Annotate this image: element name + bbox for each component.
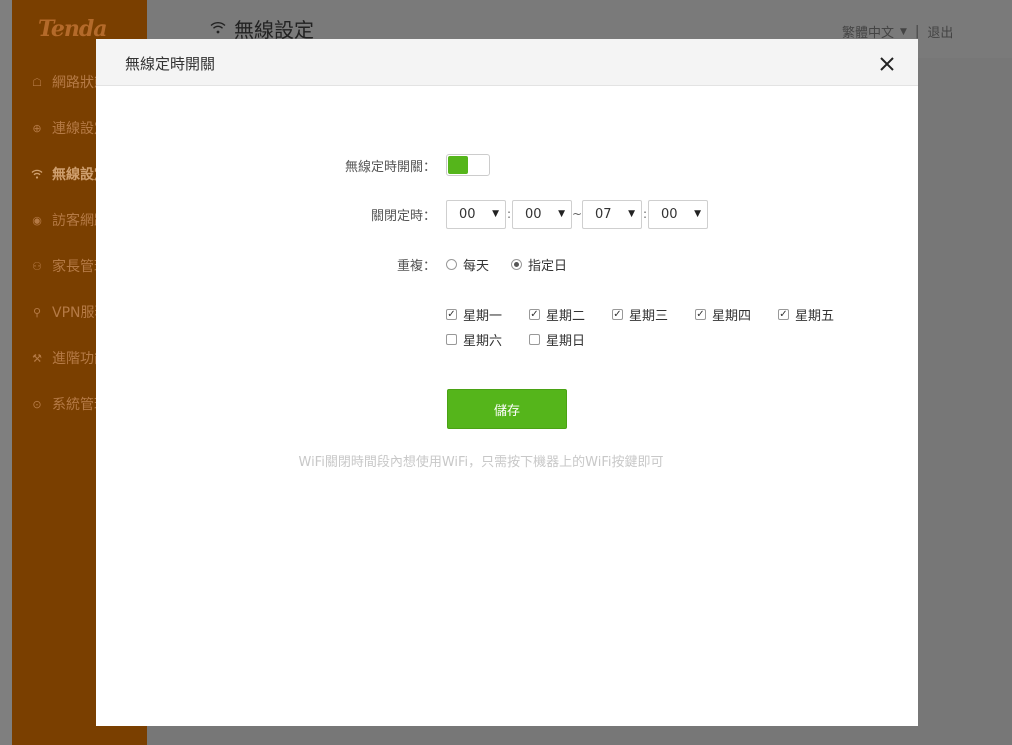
checkbox-checked-icon: ✓ <box>695 308 706 320</box>
range-separator: ~ <box>572 207 583 221</box>
repeat-label: 重複： <box>396 258 436 274</box>
vpn-icon: ⚲ <box>32 305 42 319</box>
off-schedule-row: 關閉定時： 00 ▼ : 00 ▼ ~ 07 ▼ : 00 ▼ <box>96 199 918 229</box>
wrench-icon: ⚒ <box>32 351 42 365</box>
chevron-down-icon: ▼ <box>694 209 701 219</box>
checkbox-checked-icon: ✓ <box>529 308 540 320</box>
day-checkbox-friday[interactable]: ✓ 星期五 <box>778 305 861 324</box>
end-hour-select[interactable]: 07 ▼ <box>582 199 642 229</box>
end-minute-select[interactable]: 00 ▼ <box>648 199 708 229</box>
checkbox-icon <box>446 333 457 345</box>
day-checkbox-thursday[interactable]: ✓ 星期四 <box>695 305 778 324</box>
chevron-down-icon[interactable]: ▼ <box>900 27 907 37</box>
day-checkbox-wednesday[interactable]: ✓ 星期三 <box>612 305 695 324</box>
off-schedule-label: 關閉定時： <box>370 208 436 224</box>
day-checkbox-tuesday[interactable]: ✓ 星期二 <box>529 305 612 324</box>
wifi-icon <box>30 167 44 181</box>
chevron-down-icon: ▼ <box>558 209 565 219</box>
repeat-everyday-radio[interactable]: 每天 <box>446 255 489 274</box>
divider: | <box>914 24 920 39</box>
router-icon: ☖ <box>32 75 42 89</box>
chevron-down-icon: ▼ <box>628 209 635 219</box>
repeat-row: 重複： 每天 指定日 <box>96 253 918 275</box>
family-icon: ⚇ <box>32 259 42 273</box>
modal-title: 無線定時開關 <box>125 55 216 73</box>
start-minute-select[interactable]: 00 ▼ <box>512 199 572 229</box>
radio-checked-icon <box>511 258 523 270</box>
close-button[interactable] <box>878 55 896 73</box>
checkbox-checked-icon: ✓ <box>778 308 789 320</box>
day-checkbox-sunday[interactable]: 星期日 <box>529 330 612 349</box>
repeat-specific-days-radio[interactable]: 指定日 <box>511 255 567 274</box>
close-icon <box>880 57 894 71</box>
checkbox-icon <box>529 333 540 345</box>
day-checkbox-saturday[interactable]: 星期六 <box>446 330 529 349</box>
schedule-enable-toggle[interactable] <box>446 154 490 176</box>
schedule-enable-label: 無線定時開關： <box>344 159 436 175</box>
wireless-schedule-modal: 無線定時開關 無線定時開關： 關閉定時： 00 ▼ : 00 ▼ ~ 07 ▼ : 0… <box>96 39 918 726</box>
chevron-down-icon: ▼ <box>492 209 499 219</box>
start-hour-select[interactable]: 00 ▼ <box>446 199 506 229</box>
logout-link[interactable]: 退出 <box>927 22 953 41</box>
modal-header: 無線定時開關 <box>96 39 918 86</box>
checkbox-checked-icon: ✓ <box>612 308 623 320</box>
gear-icon: ⊙ <box>32 397 42 411</box>
weekday-row: ✓ 星期一 ✓ 星期二 ✓ 星期三 ✓ 星期四 ✓ 星期五 <box>96 303 918 325</box>
weekend-row: 星期六 星期日 <box>96 328 918 350</box>
radio-icon <box>446 258 457 270</box>
location-icon: ◉ <box>32 213 42 227</box>
globe-icon: ⊕ <box>32 121 42 135</box>
schedule-enable-row: 無線定時開關： <box>96 153 918 177</box>
wifi-icon <box>210 19 226 38</box>
wifi-button-hint: WiFi關閉時間段內想使用WiFi，只需按下機器上的WiFi按鍵即可 <box>298 455 664 470</box>
save-button[interactable]: 儲存 <box>447 389 567 429</box>
day-checkbox-monday[interactable]: ✓ 星期一 <box>446 305 529 324</box>
checkbox-checked-icon: ✓ <box>446 308 457 320</box>
